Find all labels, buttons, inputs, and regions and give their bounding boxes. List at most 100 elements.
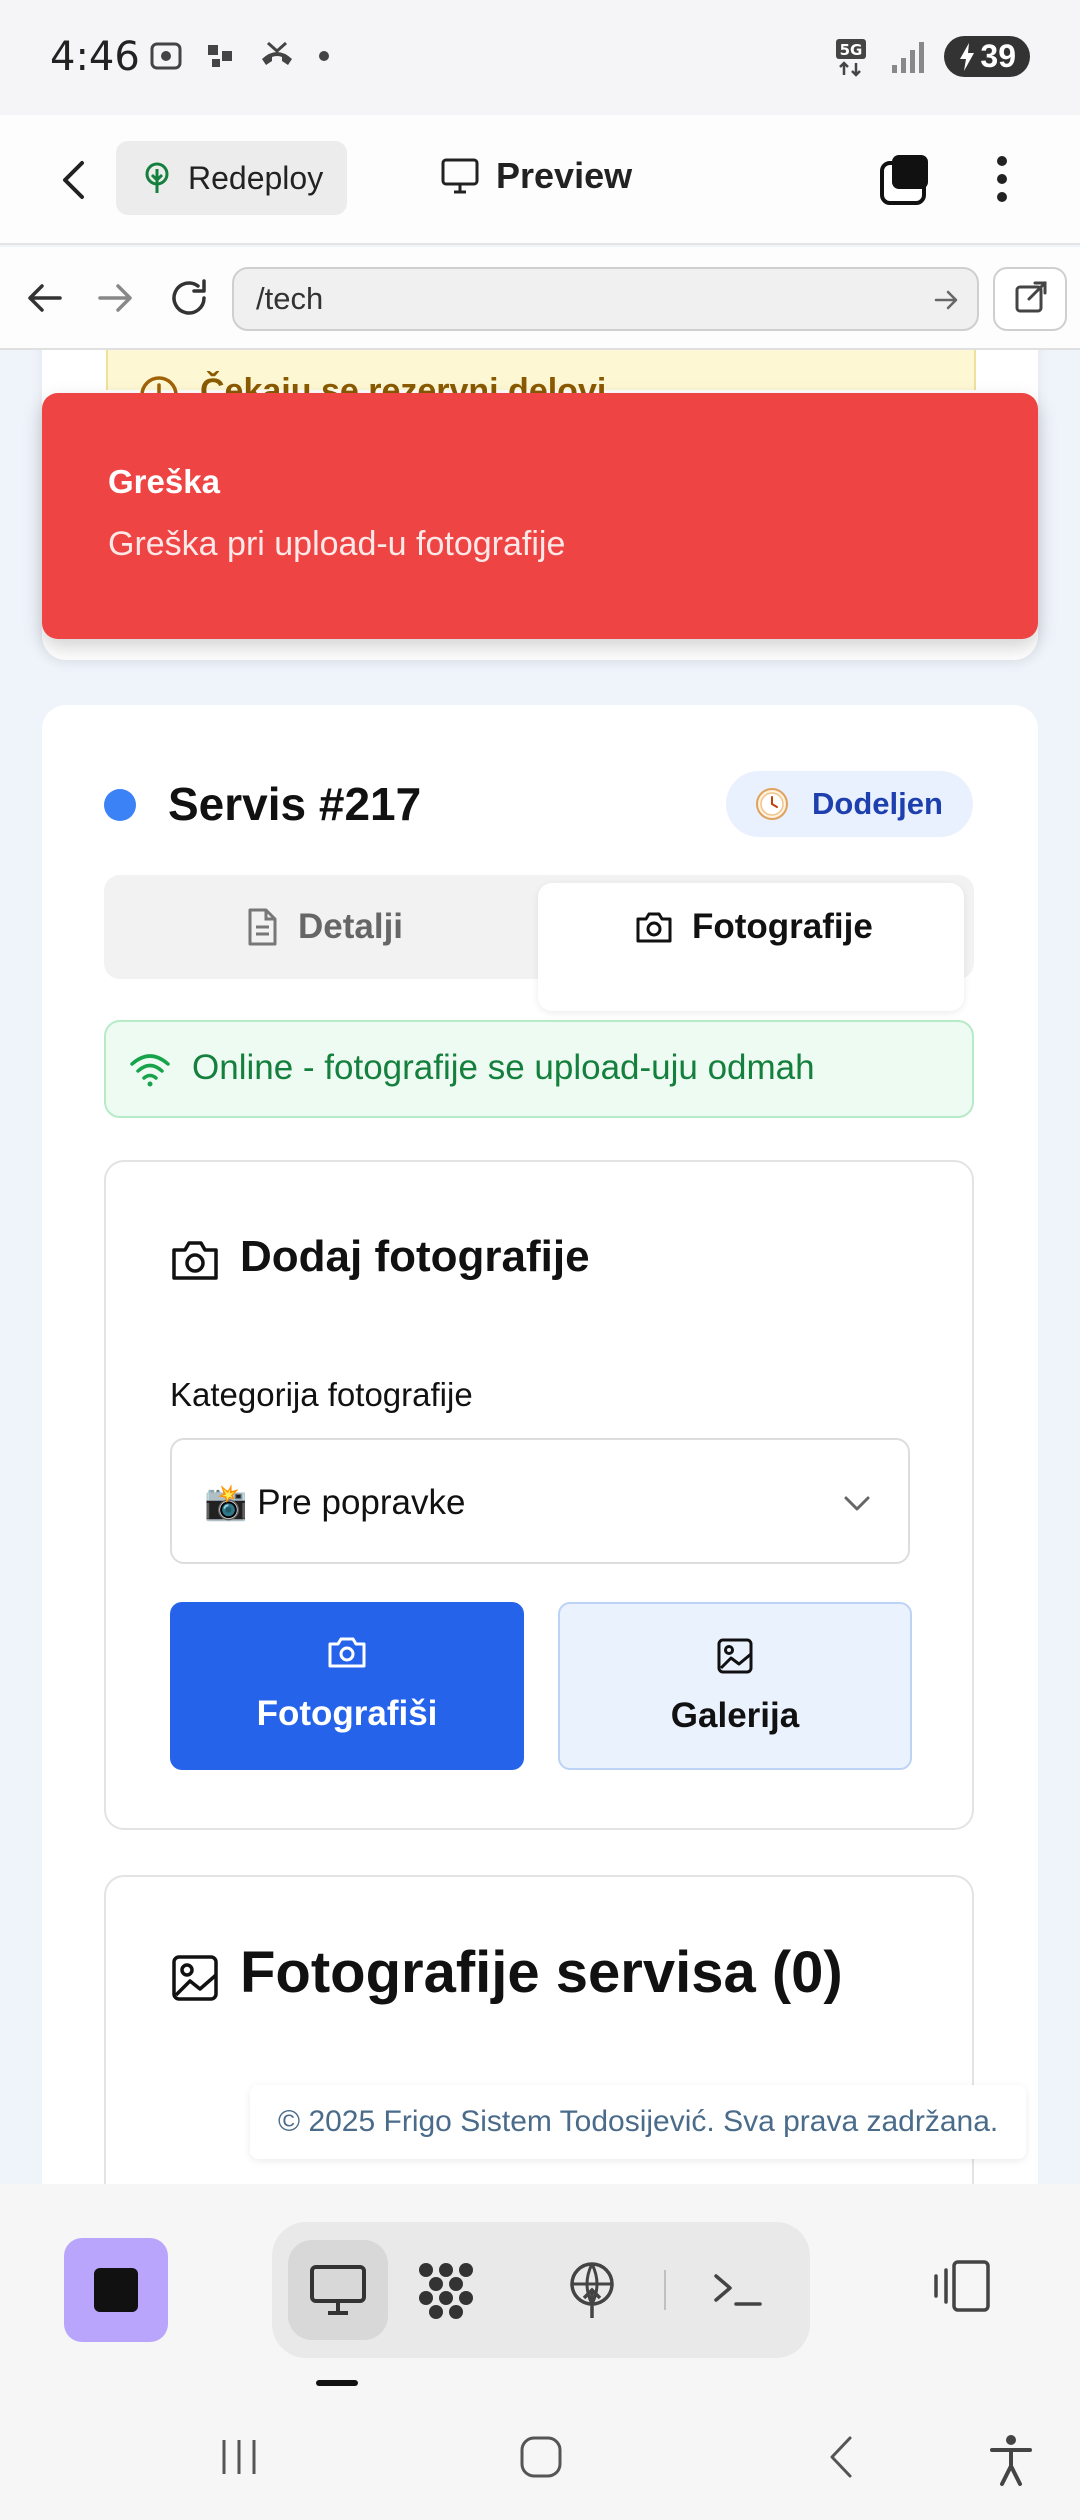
gallery-label: Galerija [670, 1696, 800, 1735]
clock-icon [756, 788, 788, 820]
add-photos-card: Dodaj fotografije Kategorija fotografije… [104, 1160, 974, 1830]
svg-text:5G: 5G [840, 41, 863, 59]
tabs-button[interactable] [878, 151, 934, 207]
split-view-button[interactable] [930, 2256, 994, 2321]
browser-toolbar: /tech [0, 247, 1080, 350]
status-notification-icons [148, 38, 330, 74]
toolbar-group [272, 2222, 810, 2358]
footer-copyright: © 2025 Frigo Sistem Todosijević. Sva pra… [250, 2085, 1027, 2159]
deploy-mode-button[interactable] [542, 2240, 642, 2340]
redeploy-label: Redeploy [188, 159, 324, 196]
tab-detalji-label: Detalji [298, 907, 404, 946]
deploy-globe-icon [570, 2262, 614, 2318]
go-arrow-icon[interactable] [931, 285, 961, 315]
app-switch-button[interactable] [64, 2238, 168, 2342]
take-photo-button[interactable]: Fotografiši [170, 1602, 524, 1770]
arrow-right-icon [98, 284, 132, 312]
toolbar-separator [664, 2270, 666, 2310]
grid-mode-button[interactable] [396, 2240, 496, 2340]
browser-back-button[interactable] [20, 273, 70, 323]
chevron-left-icon [63, 161, 84, 199]
online-banner: Online - fotografije se upload-uju odmah [104, 1020, 974, 1118]
terminal-icon [714, 2274, 762, 2306]
tabs-icon [880, 155, 928, 205]
browser-forward-button[interactable] [90, 273, 140, 323]
status-time: 4:46 [50, 34, 140, 80]
url-text: /tech [256, 281, 324, 316]
status-bar: 4:46 5G 39 [0, 0, 1080, 115]
terminal-button[interactable] [688, 2240, 788, 2340]
preview-title[interactable]: Preview [440, 155, 632, 197]
service-title: Servis #217 [168, 778, 422, 830]
redeploy-button[interactable]: Redeploy [116, 141, 348, 215]
url-input[interactable]: /tech [232, 267, 979, 331]
camera-icon [328, 1637, 366, 1668]
preview-label: Preview [496, 155, 633, 196]
category-label: Kategorija fotografije [170, 1376, 473, 1413]
chevron-down-icon [844, 1496, 870, 1511]
battery-indicator: 39 [944, 36, 1030, 77]
more-vertical-icon [997, 156, 1007, 202]
deploy-tree-icon [145, 162, 169, 193]
screenshot-icon [150, 42, 182, 70]
accessibility-button[interactable] [986, 2432, 1036, 2493]
take-photo-label: Fotografiši [256, 1694, 438, 1733]
grid-dots-icon [419, 2263, 473, 2319]
signal-icon [892, 41, 925, 73]
5g-icon: 5G [836, 38, 867, 77]
stop-square-icon [94, 2268, 138, 2312]
error-toast[interactable]: Greška Greška pri upload-u fotografije [42, 393, 1038, 639]
system-back-button[interactable] [818, 2432, 868, 2487]
page-content: Čekaju se rezervni delovi Greška Greška … [0, 350, 1080, 2184]
status-system-icons: 5G 39 [834, 36, 1030, 77]
tab-fotografije-label: Fotografije [692, 907, 873, 946]
back-button[interactable] [50, 155, 100, 205]
status-badge: Dodeljen [726, 771, 973, 837]
category-select-value: 📸 Pre popravke [204, 1483, 466, 1522]
service-card: Servis #217 Dodeljen Detalji Fotografije… [42, 705, 1038, 2184]
image-icon [172, 1955, 218, 2001]
toast-message: Greška pri upload-u fotografije [108, 525, 566, 563]
active-indicator [316, 2380, 358, 2386]
recents-button[interactable] [214, 2432, 264, 2487]
more-options-button[interactable] [974, 151, 1030, 207]
gallery-button[interactable]: Galerija [558, 1602, 912, 1770]
open-external-button[interactable] [993, 267, 1067, 331]
add-photos-title: Dodaj fotografije [240, 1232, 590, 1281]
wifi-icon [130, 1054, 170, 1087]
tab-detalji[interactable]: Detalji [244, 875, 403, 979]
home-button[interactable] [516, 2432, 566, 2487]
camera-icon [172, 1241, 218, 1280]
tab-bar: Detalji Fotografije [104, 875, 974, 1011]
service-status-dot [104, 789, 136, 821]
missed-call-icon [262, 41, 292, 65]
toast-title: Greška [108, 463, 220, 500]
accessibility-icon [990, 2435, 1032, 2486]
battery-level: 39 [980, 38, 1016, 74]
category-select[interactable]: 📸 Pre popravke [170, 1438, 910, 1564]
online-text: Online - fotografije se upload-uju odmah [192, 1048, 815, 1087]
arrow-left-icon [28, 284, 62, 312]
bottom-toolbar [0, 2184, 1080, 2404]
back-icon [830, 2436, 852, 2478]
status-badge-label: Dodeljen [812, 786, 943, 821]
camera-icon [636, 912, 672, 943]
preview-mode-button[interactable] [288, 2240, 388, 2340]
split-view-icon [934, 2260, 990, 2312]
tab-fotografije[interactable]: Fotografije [634, 875, 873, 979]
charging-icon [960, 42, 975, 71]
image-icon [717, 1638, 753, 1674]
service-photos-title: Fotografije servisa (0) [240, 1940, 843, 2005]
app-header: Redeploy Preview [0, 115, 1080, 245]
system-nav-bar [0, 2404, 1080, 2520]
monitor-icon [441, 158, 479, 194]
monitor-icon [310, 2265, 366, 2315]
home-icon [520, 2436, 562, 2478]
link-icon [208, 45, 232, 67]
dot-icon [319, 51, 329, 61]
reload-button[interactable] [164, 273, 214, 323]
document-icon [248, 908, 277, 946]
reload-icon [172, 279, 206, 315]
recents-icon [222, 2440, 256, 2474]
external-link-icon [1015, 281, 1047, 313]
